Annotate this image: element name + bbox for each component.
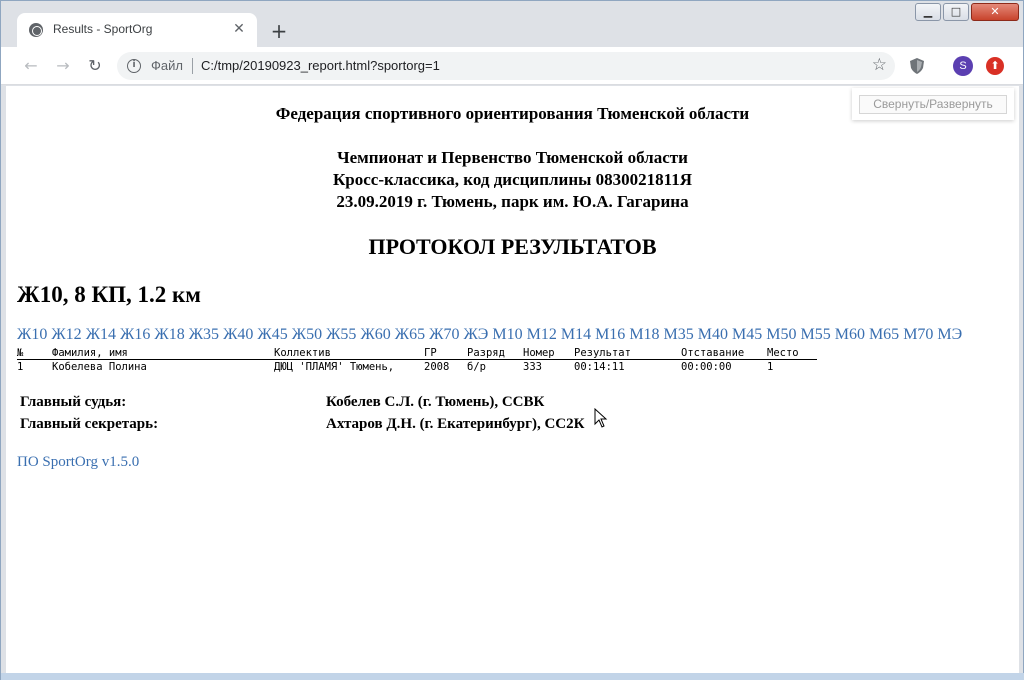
group-link[interactable]: Ж35 <box>189 326 219 343</box>
row-place: 1 <box>767 361 774 373</box>
close-tab-icon[interactable]: ✕ <box>231 21 247 37</box>
group-link[interactable]: Ж18 <box>154 326 184 343</box>
group-link[interactable]: М45 <box>732 326 762 343</box>
row-number: 1 <box>17 361 24 373</box>
event-line-3: 23.09.2019 г. Тюмень, парк им. Ю.А. Гага… <box>336 192 689 211</box>
col-result: Результат <box>574 347 631 359</box>
group-link[interactable]: Ж14 <box>86 326 116 343</box>
col-year: ГР <box>424 347 437 359</box>
chief-secretary-label: Главный секретарь: <box>20 416 159 432</box>
address-scheme: Файл <box>151 58 183 73</box>
group-link[interactable]: Ж60 <box>360 326 390 343</box>
group-link[interactable]: М35 <box>664 326 694 343</box>
group-links: Ж10 Ж12 Ж14 Ж16 Ж18 Ж35 Ж40 Ж45 Ж50 Ж55 Ж60 Ж65 Ж70 Ж… <box>17 326 966 344</box>
table-row: 1 Кобелева Полина ДЮЦ 'ПЛАМЯ' Тюмень, 20… <box>17 361 817 374</box>
group-title: Ж10, 8 КП, 1.2 км <box>17 282 201 307</box>
shield-extension-icon[interactable] <box>909 57 925 75</box>
group-link[interactable]: ЖЭ <box>463 326 488 343</box>
window-bottom-edge <box>1 673 1024 680</box>
protocol-title: ПРОТОКОЛ РЕЗУЛЬТАТОВ <box>368 234 657 259</box>
row-gap: 00:00:00 <box>681 361 732 373</box>
reload-icon[interactable]: ↻ <box>85 56 105 76</box>
minimize-icon: ▁ <box>923 5 933 18</box>
federation-heading: Федерация спортивного ориентирования Тюм… <box>275 104 750 123</box>
group-link[interactable]: Ж55 <box>326 326 356 343</box>
tab-title: Results - SportOrg <box>53 22 153 36</box>
group-link[interactable]: М14 <box>561 326 591 343</box>
browser-window: Results - SportOrg ✕ + ▁ □ ✕ ← → ↻ i Фай… <box>0 0 1024 680</box>
event-line-1: Чемпионат и Первенство Тюменской области <box>337 148 688 167</box>
col-number: № <box>17 347 24 359</box>
minimize-button[interactable]: ▁ <box>915 3 941 21</box>
group-link[interactable]: М16 <box>595 326 625 343</box>
tab-results[interactable]: Results - SportOrg ✕ <box>17 13 257 47</box>
group-link[interactable]: М40 <box>698 326 728 343</box>
group-link[interactable]: М55 <box>800 326 830 343</box>
group-link[interactable]: М12 <box>527 326 557 343</box>
update-icon[interactable]: ⬆ <box>986 57 1004 75</box>
row-name: Кобелева Полина <box>52 361 147 373</box>
new-tab-button[interactable]: + <box>265 18 293 46</box>
results-table-header: № Фамилия, имя Коллектив ГР Разряд Номер… <box>17 347 817 360</box>
row-bib: 333 <box>523 361 542 373</box>
row-rank: б/р <box>467 361 486 373</box>
group-link[interactable]: М70 <box>903 326 933 343</box>
address-bar[interactable]: i Файл C:/tmp/20190923_report.html?sport… <box>117 52 895 80</box>
col-bib: Номер <box>523 347 555 359</box>
software-link[interactable]: ПО SportOrg v1.5.0 <box>17 454 139 471</box>
group-link[interactable]: Ж16 <box>120 326 150 343</box>
maximize-icon: □ <box>950 5 962 18</box>
page-viewport: Свернуть/Развернуть Федерация спортивног… <box>6 86 1019 673</box>
group-link[interactable]: Ж65 <box>395 326 425 343</box>
group-link[interactable]: Ж10 <box>17 326 47 343</box>
row-year: 2008 <box>424 361 450 373</box>
group-link[interactable]: Ж45 <box>257 326 287 343</box>
forward-arrow-icon[interactable]: → <box>53 56 73 76</box>
event-line-2: Кросс-классика, код дисциплины 083002181… <box>332 170 693 189</box>
chief-judge-name: Кобелев С.Л. (г. Тюмень), ССВК <box>326 394 545 410</box>
row-result: 00:14:11 <box>574 361 625 373</box>
maximize-button[interactable]: □ <box>943 3 969 21</box>
group-link[interactable]: Ж12 <box>51 326 81 343</box>
group-link[interactable]: Ж70 <box>429 326 459 343</box>
globe-icon <box>29 23 43 37</box>
close-icon: ✕ <box>990 5 1000 18</box>
back-arrow-icon[interactable]: ← <box>21 56 41 76</box>
address-url[interactable]: C:/tmp/20190923_report.html?sportorg=1 <box>201 58 440 73</box>
close-window-button[interactable]: ✕ <box>971 3 1019 21</box>
row-team: ДЮЦ 'ПЛАМЯ' Тюмень, <box>274 361 395 373</box>
group-link[interactable]: МЭ <box>937 326 962 343</box>
col-name: Фамилия, имя <box>52 347 128 359</box>
col-gap: Отставание <box>681 347 745 359</box>
chief-secretary-name: Ахтаров Д.Н. (г. Екатеринбург), СС2К <box>326 416 585 432</box>
group-link[interactable]: М50 <box>766 326 796 343</box>
group-link[interactable]: М65 <box>869 326 899 343</box>
group-link[interactable]: М18 <box>629 326 659 343</box>
col-place: Место <box>767 347 799 359</box>
group-link[interactable]: Ж50 <box>292 326 322 343</box>
tab-strip: Results - SportOrg ✕ + ▁ □ ✕ <box>1 1 1023 47</box>
mouse-cursor-icon <box>594 408 608 428</box>
info-icon[interactable]: i <box>127 59 141 73</box>
star-icon[interactable]: ☆ <box>872 55 887 75</box>
avatar[interactable]: S <box>953 56 973 76</box>
group-link[interactable]: М60 <box>835 326 865 343</box>
browser-toolbar: ← → ↻ i Файл C:/tmp/20190923_report.html… <box>1 47 1023 85</box>
address-divider <box>192 58 193 74</box>
group-link[interactable]: М10 <box>492 326 522 343</box>
col-team: Коллектив <box>274 347 331 359</box>
col-rank: Разряд <box>467 347 505 359</box>
chief-judge-label: Главный судья: <box>20 394 127 410</box>
group-link[interactable]: Ж40 <box>223 326 253 343</box>
